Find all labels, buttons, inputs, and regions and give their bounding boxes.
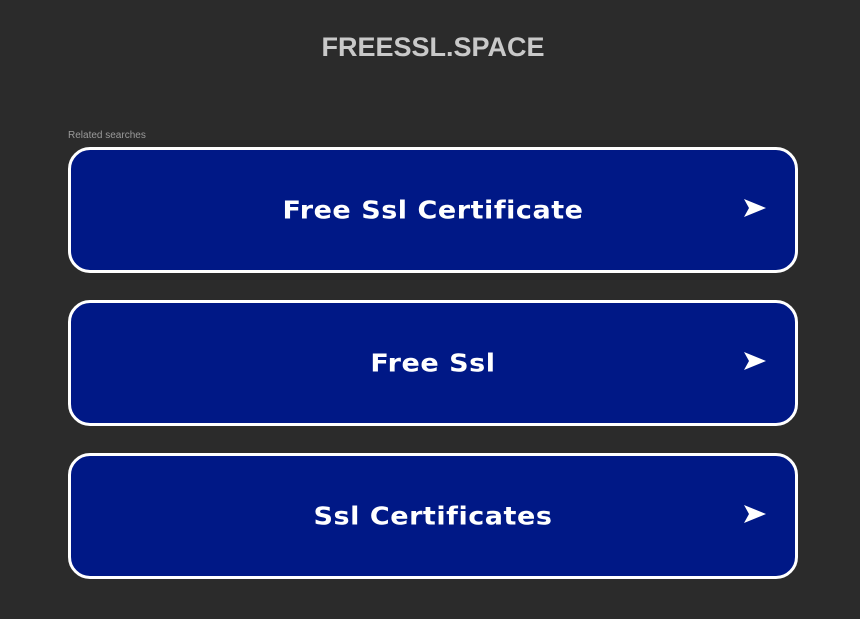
related-searches-label: Related searches: [68, 130, 146, 141]
related-search-label: Ssl Certificates: [313, 501, 553, 531]
related-search-label: Free Ssl Certificate: [282, 195, 584, 225]
related-search-link-free-ssl[interactable]: Free Ssl: [68, 300, 798, 426]
site-title: FREESSL.SPACE: [321, 32, 545, 62]
arrow-right-icon: [744, 352, 766, 370]
arrow-right-icon: [744, 199, 766, 217]
related-search-link-free-ssl-certificate[interactable]: Free Ssl Certificate: [68, 147, 798, 273]
related-search-label: Free Ssl: [370, 348, 496, 378]
related-search-link-ssl-certificates[interactable]: Ssl Certificates: [68, 453, 798, 579]
arrow-right-icon: [744, 505, 766, 523]
